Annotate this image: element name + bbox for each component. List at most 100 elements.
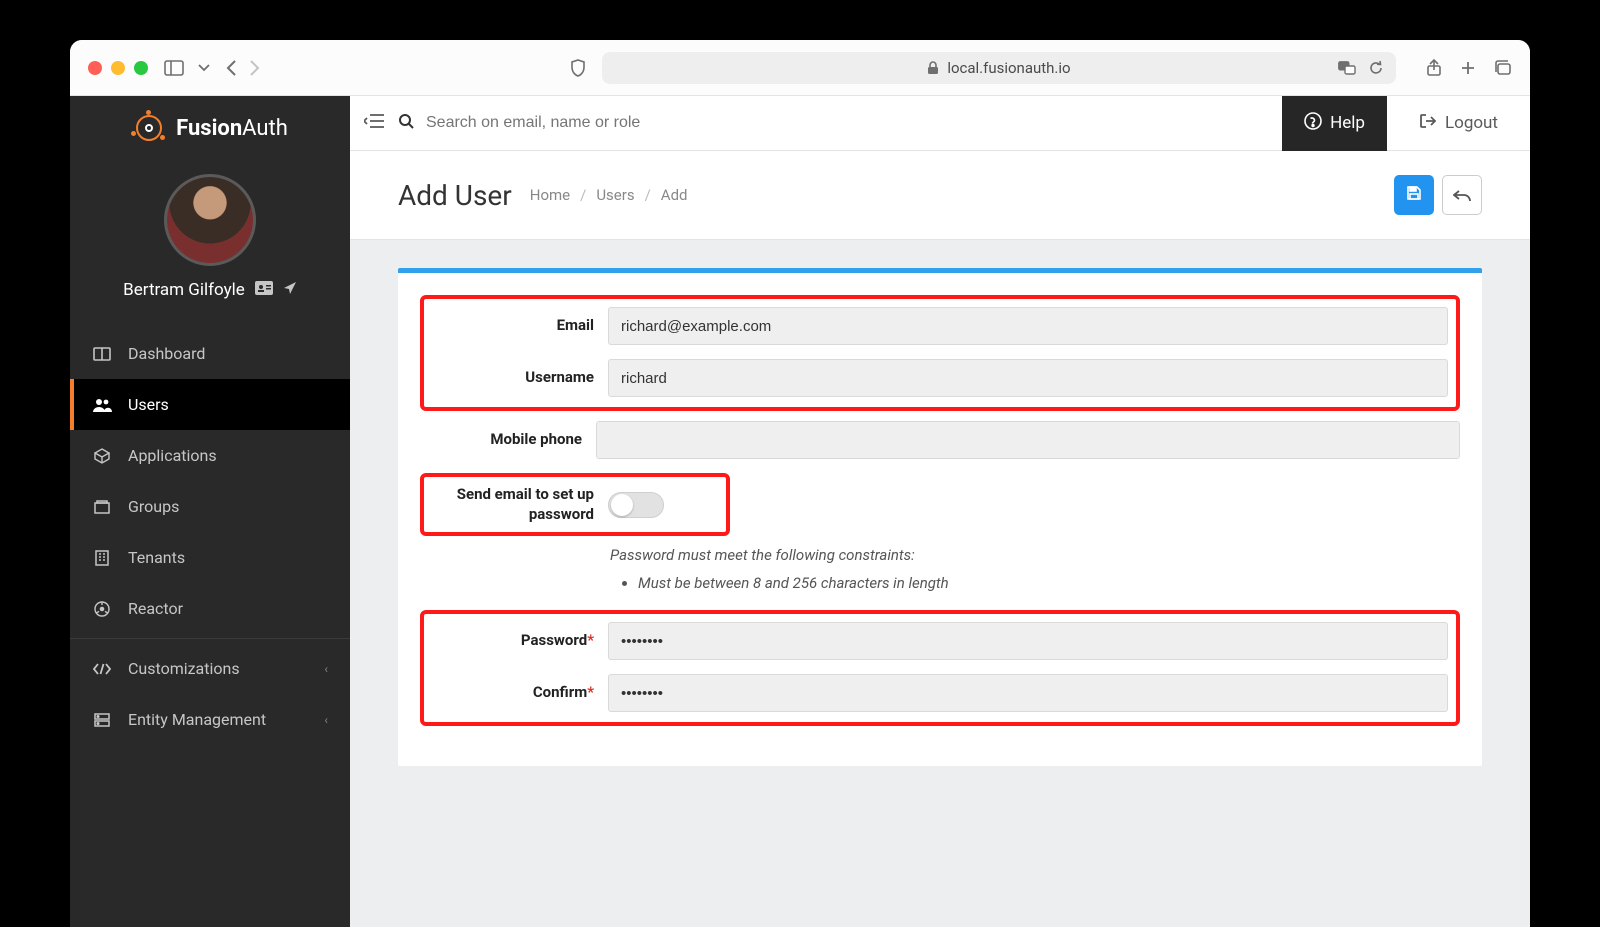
breadcrumb: Home / Users / Add: [530, 186, 688, 204]
label-confirm: Confirm*: [432, 683, 608, 703]
label-username: Username: [432, 368, 608, 388]
highlight-credentials: Email Username: [420, 295, 1460, 411]
back-button[interactable]: [1442, 175, 1482, 215]
window-close-button[interactable]: [88, 61, 102, 75]
sidebar-item-entity-management[interactable]: Entity Management ‹: [70, 694, 350, 745]
window-minimize-button[interactable]: [111, 61, 125, 75]
row-send-email: Send email to set up password: [432, 485, 718, 524]
content-area: Email Username Mobile phone: [350, 240, 1530, 927]
save-icon: [1406, 185, 1422, 205]
search-input[interactable]: [426, 114, 1268, 132]
building-icon: [92, 550, 112, 566]
brand-mark-icon: [132, 111, 166, 145]
server-icon: [92, 713, 112, 727]
sidebar-icon[interactable]: [164, 60, 184, 76]
cube-icon: [92, 448, 112, 464]
topbar: Help Logout: [350, 96, 1530, 151]
highlight-send-email: Send email to set up password: [420, 473, 730, 536]
sidebar-item-label: Tenants: [128, 548, 185, 567]
sidebar-item-label: Reactor: [128, 599, 183, 618]
sidebar-item-label: Customizations: [128, 659, 240, 678]
sidebar-item-reactor[interactable]: Reactor: [70, 583, 350, 634]
application: FusionAuth Bertram Gilfoyle Dashb: [70, 96, 1530, 927]
share-icon[interactable]: [1426, 59, 1442, 77]
label-password: Password*: [432, 631, 608, 651]
brand-logo[interactable]: FusionAuth: [70, 96, 350, 160]
row-password: Password*: [432, 622, 1448, 660]
sidebar-item-label: Applications: [128, 446, 217, 465]
row-username: Username: [432, 359, 1448, 397]
sidebar-item-label: Users: [128, 395, 169, 414]
search-wrap: [398, 113, 1268, 133]
browser-chrome: local.fusionauth.io: [70, 40, 1530, 96]
code-icon: [92, 663, 112, 675]
row-email: Email: [432, 307, 1448, 345]
sidebar-item-groups[interactable]: Groups: [70, 481, 350, 532]
chevron-left-icon: ‹: [324, 713, 328, 727]
lock-icon: [927, 61, 939, 75]
nav-primary: Dashboard Users Applications Groups Tena…: [70, 328, 350, 745]
sidebar-item-label: Dashboard: [128, 344, 205, 363]
sidebar-item-dashboard[interactable]: Dashboard: [70, 328, 350, 379]
sidebar-item-users[interactable]: Users: [70, 379, 350, 430]
help-button[interactable]: Help: [1282, 96, 1387, 151]
password-field[interactable]: [608, 622, 1448, 660]
page-header: Add User Home / Users / Add: [350, 151, 1530, 240]
address-text: local.fusionauth.io: [947, 59, 1070, 77]
breadcrumb-current: Add: [661, 186, 688, 204]
breadcrumb-home[interactable]: Home: [530, 186, 570, 204]
label-mobile: Mobile phone: [420, 430, 596, 450]
send-email-toggle[interactable]: [608, 492, 664, 518]
avatar[interactable]: [164, 174, 256, 266]
sidebar-toggle-group: [164, 60, 210, 76]
search-icon: [398, 113, 414, 133]
collapse-sidebar-icon[interactable]: [364, 113, 384, 133]
profile-name: Bertram Gilfoyle: [123, 280, 245, 300]
sidebar-item-customizations[interactable]: Customizations ‹: [70, 643, 350, 694]
sidebar-item-tenants[interactable]: Tenants: [70, 532, 350, 583]
columns-icon: [92, 347, 112, 361]
forward-icon[interactable]: [248, 59, 260, 77]
tabs-icon[interactable]: [1494, 59, 1512, 77]
location-arrow-icon[interactable]: [283, 280, 297, 300]
label-email: Email: [432, 316, 608, 336]
shield-icon[interactable]: [570, 59, 586, 77]
window-traffic-lights: [88, 61, 148, 75]
save-button[interactable]: [1394, 175, 1434, 215]
sidebar-item-label: Entity Management: [128, 710, 266, 729]
add-user-panel: Email Username Mobile phone: [398, 268, 1482, 766]
window-zoom-button[interactable]: [134, 61, 148, 75]
logout-label: Logout: [1445, 113, 1498, 133]
refresh-icon[interactable]: [1368, 60, 1384, 76]
translate-icon[interactable]: [1338, 61, 1356, 75]
brand-name: FusionAuth: [176, 116, 288, 141]
chevron-down-icon[interactable]: [198, 64, 210, 72]
row-confirm: Confirm*: [432, 674, 1448, 712]
password-hint: Password must meet the following constra…: [610, 546, 1460, 592]
users-icon: [92, 398, 112, 412]
breadcrumb-users[interactable]: Users: [596, 186, 634, 204]
layer-group-icon: [92, 499, 112, 515]
mobile-field[interactable]: [596, 421, 1460, 459]
back-icon[interactable]: [226, 59, 238, 77]
help-label: Help: [1330, 113, 1365, 133]
row-mobile: Mobile phone: [420, 421, 1460, 459]
profile-block: Bertram Gilfoyle: [70, 160, 350, 318]
password-hint-lead: Password must meet the following constra…: [610, 546, 915, 564]
sign-out-icon: [1419, 113, 1437, 134]
username-field[interactable]: [608, 359, 1448, 397]
radiation-icon: [92, 601, 112, 617]
main: Help Logout Add User Home / Users / Add: [350, 96, 1530, 927]
page-title: Add User: [398, 179, 512, 212]
address-bar[interactable]: local.fusionauth.io: [602, 52, 1396, 84]
new-tab-icon[interactable]: [1460, 59, 1476, 77]
password-rule: Must be between 8 and 256 characters in …: [638, 574, 1460, 592]
browser-nav-buttons: [226, 59, 260, 77]
confirm-field[interactable]: [608, 674, 1448, 712]
email-field[interactable]: [608, 307, 1448, 345]
chrome-right-buttons: [1426, 59, 1512, 77]
chevron-left-icon: ‹: [324, 662, 328, 676]
id-card-icon[interactable]: [255, 280, 273, 300]
sidebar-item-applications[interactable]: Applications: [70, 430, 350, 481]
logout-button[interactable]: Logout: [1401, 113, 1516, 134]
